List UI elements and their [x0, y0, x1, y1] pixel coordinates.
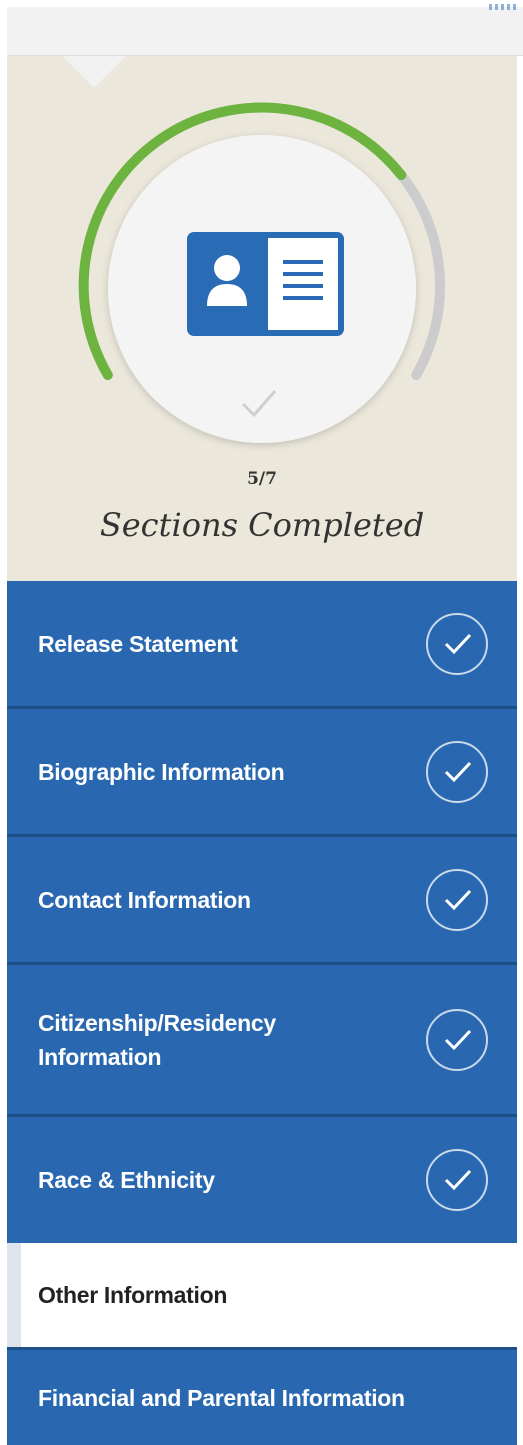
nav-item-release-statement[interactable]: Release Statement [7, 581, 517, 709]
nav-item-race-ethnicity[interactable]: Race & Ethnicity [7, 1117, 517, 1243]
id-card-icon [187, 232, 344, 336]
nav-item-contact-information[interactable]: Contact Information [7, 837, 517, 965]
completed-check-icon [426, 868, 488, 931]
nav-item-label: Financial and Parental Information [38, 1384, 405, 1411]
progress-panel: 5/7 Sections Completed [7, 56, 517, 581]
completed-check-icon [426, 612, 488, 675]
nav-item-financial-and-parental-information[interactable]: Financial and Parental Information [7, 1347, 517, 1445]
progress-ring [78, 102, 446, 443]
nav-item-label: Race & Ethnicity [38, 1167, 215, 1193]
nav-item-label: Release Statement [38, 630, 238, 657]
panel-edge [517, 283, 523, 581]
nav-item-label: Contact Information [38, 886, 251, 913]
top-bar-edge [489, 4, 519, 10]
nav-item-label: Biographic Information [38, 758, 285, 785]
nav-item-label: Citizenship/Residency Information [38, 1009, 276, 1070]
completed-check-icon [426, 1149, 488, 1211]
nav-item-biographic-information[interactable]: Biographic Information [7, 709, 517, 837]
completed-check-icon [426, 740, 488, 803]
nav-item-citizenship-residency-information[interactable]: Citizenship/Residency Information [7, 965, 517, 1117]
nav-item-other-information[interactable]: Other Information [7, 1243, 517, 1347]
progress-count: 5/7 [247, 469, 277, 489]
completed-check-icon [426, 1008, 488, 1071]
nav-item-label: Other Information [38, 1282, 228, 1308]
section-nav: Release Statement Biographic Information… [7, 581, 517, 1445]
progress-label: Sections Completed [99, 506, 425, 544]
top-bar [7, 4, 523, 56]
